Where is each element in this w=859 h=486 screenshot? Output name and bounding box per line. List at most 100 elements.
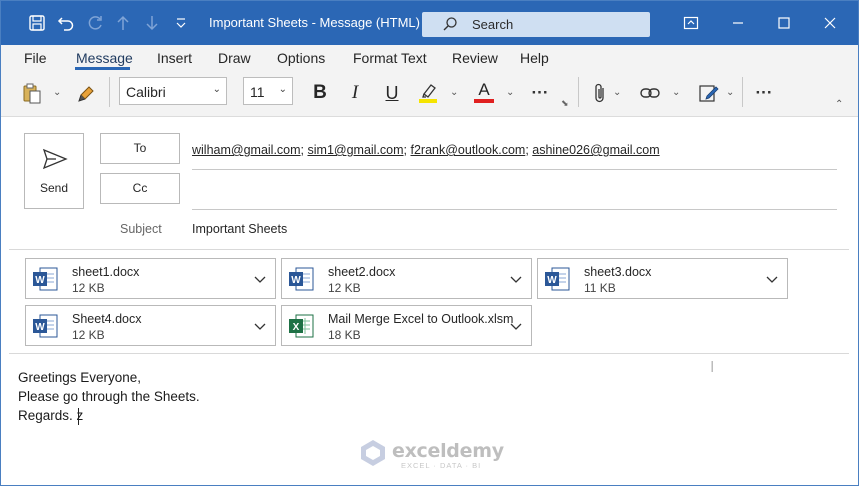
attachment-item[interactable]: X Mail Merge Excel to Outlook.xlsm 18 KB xyxy=(281,305,532,346)
chevron-down-icon[interactable] xyxy=(254,319,266,334)
header-divider xyxy=(9,249,849,250)
active-tab-indicator xyxy=(75,67,130,70)
collapse-ribbon-icon[interactable]: ⌃ xyxy=(835,99,843,110)
attachment-name: sheet3.docx xyxy=(584,265,652,279)
svg-text:W: W xyxy=(291,275,301,286)
dialog-launcher-icon[interactable]: ⬊ xyxy=(561,98,569,109)
attachment-size: 12 KB xyxy=(328,281,361,295)
recipient-link[interactable]: ashine026@gmail.com xyxy=(532,143,659,157)
link-dropdown-icon[interactable]: ⌄ xyxy=(672,87,680,98)
send-label: Send xyxy=(39,181,69,195)
to-button[interactable]: To xyxy=(100,133,180,164)
outlook-message-window: Important Sheets - Message (HTML) Search… xyxy=(0,0,859,486)
to-field-underline xyxy=(192,169,837,170)
more-commands-button[interactable]: ··· xyxy=(751,80,777,106)
recipient-link[interactable]: sim1@gmail.com xyxy=(308,143,404,157)
tab-message[interactable]: Message xyxy=(76,50,133,66)
text-caret xyxy=(78,408,79,425)
subject-label: Subject xyxy=(120,222,162,236)
chevron-down-icon[interactable] xyxy=(766,272,778,287)
chevron-down-icon[interactable] xyxy=(510,272,522,287)
attachment-name: Mail Merge Excel to Outlook.xlsm xyxy=(328,312,514,326)
underline-button[interactable]: U xyxy=(379,80,405,106)
down-arrow-icon[interactable] xyxy=(140,11,164,35)
cc-field-underline[interactable] xyxy=(192,209,837,210)
tab-draw[interactable]: Draw xyxy=(218,50,251,66)
search-label: Search xyxy=(472,17,514,32)
ribbon: ⌄ Calibri ⌄ 11 ⌄ B I U ⌄ A ⌄ ··· ⬊ ⌄ ⌄ ⌄… xyxy=(1,71,858,117)
attachment-item[interactable]: W Sheet4.docx 12 KB xyxy=(25,305,276,346)
search-icon xyxy=(442,16,458,35)
highlight-dropdown-icon[interactable]: ⌄ xyxy=(450,87,458,98)
recipient-link[interactable]: wilham@gmail.com xyxy=(192,143,301,157)
undo-icon[interactable] xyxy=(54,11,78,35)
chevron-down-icon: ⌄ xyxy=(278,84,287,95)
ribbon-display-options-icon[interactable] xyxy=(676,11,706,35)
chevron-down-icon[interactable] xyxy=(510,319,522,334)
watermark-name: exceldemy xyxy=(392,440,504,462)
recipient-separator: ; xyxy=(300,143,308,157)
chevron-down-icon[interactable] xyxy=(254,272,266,287)
format-painter-icon[interactable] xyxy=(74,80,100,106)
highlight-icon[interactable] xyxy=(415,79,441,107)
exceldemy-logo-icon xyxy=(361,440,385,466)
font-name-value: Calibri xyxy=(126,84,166,100)
window-title: Important Sheets - Message (HTML) xyxy=(209,15,420,30)
attachment-item[interactable]: W sheet2.docx 12 KB xyxy=(281,258,532,299)
ribbon-separator xyxy=(578,77,579,107)
customize-toolbar-icon[interactable] xyxy=(169,11,193,35)
font-size-dropdown[interactable]: 11 ⌄ xyxy=(243,77,293,105)
send-icon xyxy=(42,148,68,173)
body-line[interactable]: Greetings Everyone, xyxy=(18,370,141,385)
send-button[interactable]: Send xyxy=(24,133,84,209)
paste-icon[interactable] xyxy=(19,80,45,106)
tab-review[interactable]: Review xyxy=(452,50,498,66)
font-color-button[interactable]: A xyxy=(471,79,497,107)
attach-file-icon[interactable] xyxy=(588,80,612,106)
save-icon[interactable] xyxy=(25,11,49,35)
redo-icon[interactable] xyxy=(83,11,107,35)
close-icon[interactable] xyxy=(815,11,845,35)
attachment-size: 11 KB xyxy=(584,281,616,295)
word-icon: W xyxy=(31,265,59,293)
up-arrow-icon[interactable] xyxy=(111,11,135,35)
tab-options[interactable]: Options xyxy=(277,50,325,66)
tab-format-text[interactable]: Format Text xyxy=(353,50,427,66)
maximize-icon[interactable] xyxy=(769,11,799,35)
subject-input[interactable]: Important Sheets xyxy=(192,222,287,236)
cc-button[interactable]: Cc xyxy=(100,173,180,204)
to-field[interactable]: wilham@gmail.com; sim1@gmail.com; f2rank… xyxy=(192,143,660,157)
word-icon: W xyxy=(287,265,315,293)
svg-text:W: W xyxy=(547,275,557,286)
watermark-tagline: EXCEL · DATA · BI xyxy=(401,461,482,470)
body-line[interactable]: Regards. z xyxy=(18,408,83,423)
attachment-item[interactable]: W sheet3.docx 11 KB xyxy=(537,258,788,299)
font-color-dropdown-icon[interactable]: ⌄ xyxy=(506,87,514,98)
ribbon-separator xyxy=(109,77,110,107)
svg-text:W: W xyxy=(35,322,45,333)
signature-icon[interactable] xyxy=(696,79,722,107)
recipient-separator: ; xyxy=(403,143,411,157)
italic-button[interactable]: I xyxy=(342,80,368,106)
attachment-name: Sheet4.docx xyxy=(72,312,142,326)
minimize-icon[interactable] xyxy=(723,11,753,35)
recipient-link[interactable]: f2rank@outlook.com xyxy=(411,143,526,157)
link-icon[interactable] xyxy=(637,80,663,106)
font-name-dropdown[interactable]: Calibri ⌄ xyxy=(119,77,227,105)
search-box[interactable]: Search xyxy=(422,12,650,37)
bold-button[interactable]: B xyxy=(307,80,333,106)
attach-dropdown-icon[interactable]: ⌄ xyxy=(613,87,621,98)
tab-help[interactable]: Help xyxy=(520,50,549,66)
chevron-down-icon: ⌄ xyxy=(212,84,221,95)
signature-dropdown-icon[interactable]: ⌄ xyxy=(726,87,734,98)
ibeam-cursor-icon: I xyxy=(710,359,715,376)
tab-file[interactable]: File xyxy=(24,50,47,66)
word-icon: W xyxy=(543,265,571,293)
title-bar: Important Sheets - Message (HTML) Search xyxy=(1,1,858,45)
attachments-divider xyxy=(9,353,849,354)
body-line[interactable]: Please go through the Sheets. xyxy=(18,389,200,404)
tab-insert[interactable]: Insert xyxy=(157,50,192,66)
paste-dropdown-icon[interactable]: ⌄ xyxy=(53,87,61,98)
attachment-item[interactable]: W sheet1.docx 12 KB xyxy=(25,258,276,299)
more-formatting-button[interactable]: ··· xyxy=(527,80,553,106)
